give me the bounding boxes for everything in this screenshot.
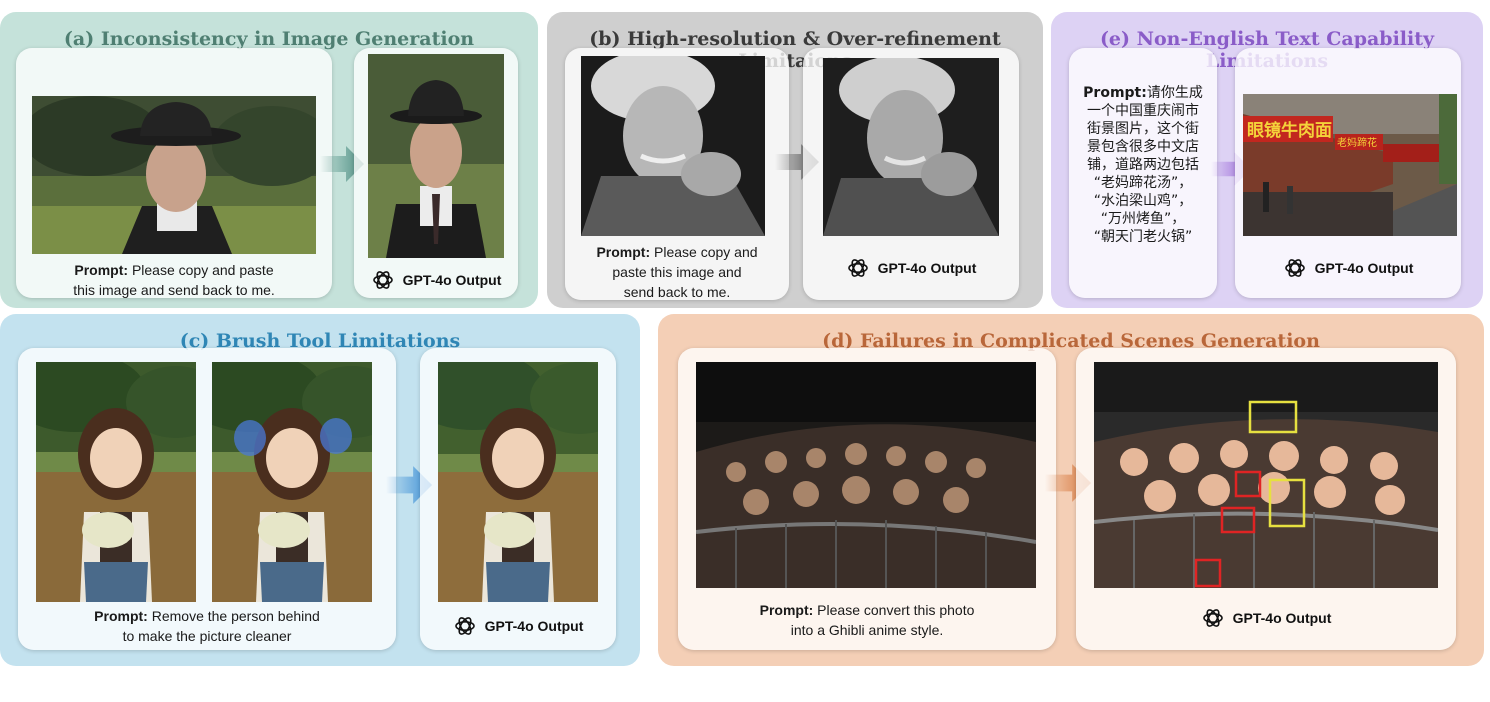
input-image-portrait-bw [581,56,765,236]
panel-high-resolution: (b) High-resolution & Over-refinement Li… [547,12,1043,308]
panel-brush-tool: (c) Brush Tool Limitations Prompt: Remov… [0,314,640,666]
shop-sign-2: 老妈蹄花 [1337,136,1377,149]
output-label-e: GPT-4o Output [1235,256,1461,280]
input-card-c: Prompt: Remove the person behind to make… [18,348,396,650]
output-card-c: GPT-4o Output [420,348,616,650]
output-label-c: GPT-4o Output [420,614,616,638]
prompt-text-b: Prompt: Please copy and paste this image… [596,244,758,300]
input-card-a: Prompt: Please copy and paste this image… [16,48,332,298]
openai-logo-icon [1283,256,1307,280]
input-image-man-hat [32,96,316,254]
input-image-concert-crowd [696,362,1036,588]
output-image-anime-girl [438,362,598,602]
output-image-man-hat [368,54,504,258]
output-image-portrait-bw [823,58,999,236]
shop-sign-1: 眼镜牛肉面 [1247,120,1332,141]
panel-non-english-text: (e) Non-English Text Capability Limitati… [1051,12,1483,308]
brush-mask-left [234,420,266,456]
output-card-e: 眼镜牛肉面 老妈蹄花 GPT-4o Output [1235,48,1461,298]
input-card-b: Prompt: Please copy and paste this image… [565,48,789,300]
output-image-street-scene: 眼镜牛肉面 老妈蹄花 [1243,94,1457,236]
panel-complicated-scenes: (d) Failures in Complicated Scenes Gener… [658,314,1484,666]
input-card-e: Prompt:请你生成 一个中国重庆闹市 街景图片，这个街 景包含很多中文店 铺… [1069,48,1217,298]
output-card-b: GPT-4o Output [803,48,1019,300]
input-card-d: Prompt: Please convert this photo into a… [678,348,1056,650]
openai-logo-icon [1201,606,1225,630]
panel-inconsistency: (a) Inconsistency in Image Generation Pr… [0,12,538,308]
prompt-text-d: Prompt: Please convert this photo into a… [759,602,975,638]
output-label-d: GPT-4o Output [1076,606,1456,630]
openai-logo-icon [453,614,477,638]
output-card-d: GPT-4o Output [1076,348,1456,650]
brush-mask-right [320,418,352,454]
openai-logo-icon [371,268,395,292]
prompt-text-c: Prompt: Remove the person behind to make… [94,608,320,644]
input-image-brushed-mask [212,362,372,602]
prompt-text-e: Prompt:请你生成 一个中国重庆闹市 街景图片，这个街 景包含很多中文店 铺… [1083,85,1203,245]
openai-logo-icon [846,256,870,280]
output-label-b: GPT-4o Output [803,256,1019,280]
output-card-a: GPT-4o Output [354,48,518,298]
output-image-anime-crowd [1094,362,1438,588]
input-image-anime-girl [36,362,196,602]
output-label-a: GPT-4o Output [354,268,518,292]
prompt-text-a: Prompt: Please copy and paste this image… [73,262,275,298]
panel-title-a: (a) Inconsistency in Image Generation [63,28,475,50]
